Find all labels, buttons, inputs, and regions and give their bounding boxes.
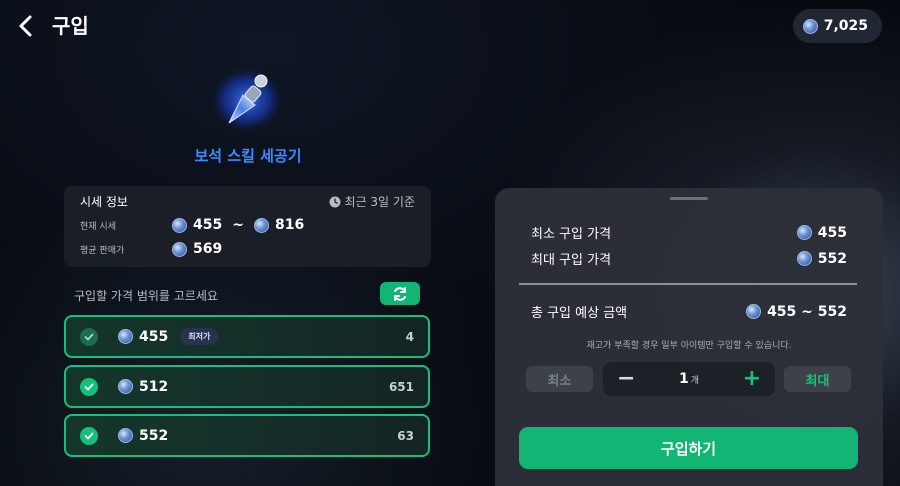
min-price-amount: 455 [817,224,847,241]
max-price-row: 최대 구입 가격 552 [531,249,847,269]
balance-amount: 7,025 [823,18,868,34]
current-price-max-value: 816 [274,217,305,233]
coin-icon [172,217,187,233]
coin-icon [253,217,269,233]
market-period-text: 최근 3일 기준 [344,195,415,209]
stock-notice: 재고가 부족할 경우 일부 아이템만 구입할 수 있습니다. [586,341,792,351]
refresh-button[interactable] [380,282,420,305]
min-price-label: 최소 구입 가격 [531,227,612,242]
average-price-label: 평균 판매가 [80,245,125,256]
option-price-value: 552 [139,427,169,444]
total-price-value: 455 ~ 552 [746,304,847,320]
buy-button[interactable]: 구입하기 [519,427,858,469]
min-price-row: 최소 구입 가격 455 [531,223,847,243]
increase-button[interactable]: + [743,368,761,390]
coin-icon [118,329,133,344]
average-price-value: 569 [193,241,223,257]
average-price-row: 평균 판매가 569 [80,241,222,257]
market-info-panel: 시세 정보 최근 3일 기준 현재 시세 455 ~ 816 평균 판매가 56… [64,186,431,267]
coin-icon [802,18,818,34]
total-price-row: 총 구입 예상 금액 455 ~ 552 [531,302,847,322]
current-price-label: 현재 시세 [80,221,116,232]
range-separator: ~ [232,217,244,233]
max-price-value: 552 [796,250,847,267]
market-period: 최근 3일 기준 [329,193,415,210]
page-title: 구입 [52,14,89,38]
coin-icon [796,225,812,240]
quantity-display: 1개 [679,371,699,387]
gem-chisel-icon [209,66,285,134]
total-price-amount: 455 ~ 552 [767,303,847,320]
quantity-stepper: − 1개 + [603,362,775,396]
option-stock-count: 651 [388,379,414,394]
market-info-title: 시세 정보 [80,195,128,209]
average-price: 569 [172,241,222,257]
total-price-label: 총 구입 예상 금액 [531,306,628,321]
coin-icon [796,251,812,266]
option-price: 552 [118,428,168,444]
quantity-unit: 개 [690,376,700,386]
price-option-455[interactable]: 455 최저가 4 [64,315,430,358]
option-price: 455 최저가 [118,328,219,345]
quantity-value: 1 [678,371,689,387]
divider [519,283,857,285]
price-range-label: 구입할 가격 범위를 고르세요 [74,289,218,303]
item-name: 보석 스킬 세공기 [194,147,302,165]
checkmark-icon [80,327,98,346]
min-quantity-button[interactable]: 최소 [526,366,593,392]
option-price-value: 512 [139,378,169,395]
decrease-button[interactable]: − [617,368,635,390]
coin-icon [118,379,133,394]
chevron-left-icon[interactable] [14,12,38,40]
lowest-price-badge: 최저가 [180,328,219,345]
price-option-552[interactable]: 552 63 [64,414,430,457]
option-stock-count: 4 [405,329,414,344]
max-price-amount: 552 [817,250,847,267]
coin-icon [118,428,133,443]
current-price-min: 455 [172,217,222,233]
coin-icon [746,304,762,319]
current-price-row: 현재 시세 455 ~ 816 [80,217,304,233]
currency-balance: 7,025 [792,9,882,43]
price-option-512[interactable]: 512 651 [64,365,430,408]
option-price-value: 455 [139,328,169,345]
clock-icon [329,196,341,207]
coin-icon [172,241,187,257]
purchase-panel: 최소 구입 가격 455 최대 구입 가격 552 총 구입 예상 금액 455… [495,188,883,486]
checkmark-icon [80,426,98,445]
refresh-icon [394,286,406,301]
option-stock-count: 63 [397,428,414,443]
max-price-label: 최대 구입 가격 [531,253,612,268]
min-price-value: 455 [796,224,847,241]
option-price: 512 [118,379,168,395]
current-price-max: 816 [253,217,305,233]
checkmark-icon [80,377,98,396]
drag-handle[interactable] [670,197,708,200]
max-quantity-button[interactable]: 최대 [784,366,851,392]
current-price-min-value: 455 [193,217,223,233]
